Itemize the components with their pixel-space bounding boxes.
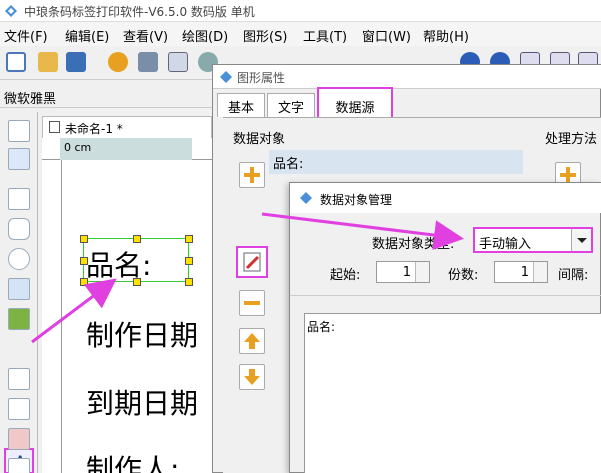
resize-handle[interactable] [80, 278, 88, 286]
dialog-title: 数据对象管理 [320, 193, 393, 207]
title-bar: 中琅条码标签打印软件-V6.5.0 数码版 单机 [0, 0, 601, 22]
window-title: 中琅条码标签打印软件-V6.5.0 数码版 单机 [24, 5, 255, 19]
canvas-label-production-date[interactable]: 制作日期 [86, 314, 198, 354]
label-canvas[interactable]: 品名: 制作日期 到期日期 制作人: [62, 160, 212, 473]
data-objects-label: 数据对象 [233, 132, 286, 147]
horizontal-ruler: 0 cm [42, 138, 212, 160]
font-bar: 微软雅黑 [0, 84, 212, 108]
dialog-title: 图形属性 [237, 71, 286, 85]
move-down-arrow-icon[interactable] [239, 364, 265, 390]
start-spinner[interactable]: 1 [376, 261, 430, 283]
chevron-down-icon[interactable] [571, 229, 591, 251]
content-text: 品名: [307, 320, 336, 334]
print-preview-icon[interactable] [168, 52, 188, 72]
data-object-manager-dialog: 数据对象管理 数据对象类型: 手动输入 起始: 1 份数: 1 间隔: 品名: [289, 182, 601, 473]
remove-minus-icon[interactable] [239, 290, 265, 316]
menu-view[interactable]: 查看(V) [123, 26, 168, 45]
image-tool-icon[interactable] [8, 278, 30, 300]
interval-label: 间隔: [558, 268, 589, 283]
start-label: 起始: [330, 268, 361, 283]
edit-pencil-icon[interactable] [236, 246, 268, 278]
processing-method-label: 处理方法 [545, 132, 598, 147]
resize-handle[interactable] [185, 278, 193, 286]
rounded-rect-tool-icon[interactable] [8, 218, 30, 240]
tab-basic[interactable]: 基本 [217, 93, 265, 117]
menu-file[interactable]: 文件(F) [4, 26, 48, 45]
spinner-arrows-icon[interactable] [533, 262, 547, 282]
print-icon[interactable] [138, 52, 158, 72]
canvas-label-expiry-date[interactable]: 到期日期 [86, 382, 198, 422]
settings-gear-icon[interactable] [108, 52, 128, 72]
picture-tool-icon[interactable] [8, 308, 30, 330]
copies-spinner[interactable]: 1 [494, 261, 548, 283]
data-type-label: 数据对象类型: [372, 237, 455, 252]
resize-handle[interactable] [80, 257, 88, 265]
add-plus-icon[interactable] [239, 162, 265, 188]
shape-tool-icon[interactable] [8, 428, 30, 450]
menu-window[interactable]: 窗口(W) [362, 26, 411, 45]
document-tab[interactable]: 未命名-1 * [42, 116, 212, 138]
select-arrow-tool-icon[interactable] [8, 120, 30, 142]
data-type-select[interactable]: 手动输入 [473, 227, 593, 253]
ruler-unit-label: 0 cm [64, 141, 92, 154]
app-logo-icon [300, 192, 312, 204]
open-folder-icon[interactable] [38, 52, 58, 72]
selection-box[interactable] [80, 235, 193, 286]
app-logo-icon [5, 5, 17, 17]
menu-shape[interactable]: 图形(S) [243, 26, 287, 45]
data-type-value: 手动输入 [479, 237, 532, 252]
start-value: 1 [402, 265, 411, 280]
divider [290, 295, 601, 296]
vertical-ruler [42, 160, 62, 473]
document-icon [49, 121, 60, 133]
resize-handle[interactable] [185, 257, 193, 265]
new-file-icon[interactable] [6, 52, 26, 72]
tab-data-source[interactable]: 数据源 [317, 87, 393, 119]
hand-tool-icon[interactable] [8, 148, 30, 170]
data-object-list-item[interactable]: 品名: [269, 150, 523, 174]
canvas-label-maker[interactable]: 制作人: [86, 448, 179, 473]
rich-text-tool-icon[interactable] [8, 368, 30, 390]
move-up-arrow-icon[interactable] [239, 328, 265, 354]
menu-bar: 文件(F) 编辑(E) 查看(V) 绘图(D) 图形(S) 工具(T) 窗口(W… [0, 22, 601, 46]
document-tab-label: 未命名-1 * [65, 122, 123, 136]
menu-tools[interactable]: 工具(T) [303, 26, 347, 45]
spinner-arrows-icon[interactable] [415, 262, 429, 282]
list-item-label: 品名: [273, 157, 304, 172]
dialog-title-bar: 图形属性 [213, 65, 601, 89]
menu-edit[interactable]: 编辑(E) [65, 26, 109, 45]
tab-text[interactable]: 文字 [267, 93, 315, 117]
menu-draw[interactable]: 绘图(D) [182, 26, 228, 45]
app-logo-icon [220, 71, 232, 83]
resize-handle[interactable] [80, 235, 88, 243]
barcode-tool-icon[interactable] [8, 398, 30, 420]
ellipse-tool-icon[interactable] [8, 248, 30, 270]
dialog-title-bar: 数据对象管理 [290, 183, 601, 213]
left-toolbar: A [0, 112, 38, 473]
content-textarea[interactable]: 品名: [304, 313, 601, 473]
menu-help[interactable]: 帮助(H) [423, 26, 469, 45]
copies-label: 份数: [448, 268, 479, 283]
line-tool-icon[interactable] [8, 188, 30, 210]
qrcode-tool-icon[interactable] [8, 458, 30, 473]
resize-handle[interactable] [185, 235, 193, 243]
resize-handle[interactable] [133, 235, 141, 243]
font-family-select[interactable]: 微软雅黑 [4, 88, 56, 107]
save-icon[interactable] [66, 52, 86, 72]
copies-value: 1 [520, 265, 529, 280]
resize-handle[interactable] [133, 278, 141, 286]
